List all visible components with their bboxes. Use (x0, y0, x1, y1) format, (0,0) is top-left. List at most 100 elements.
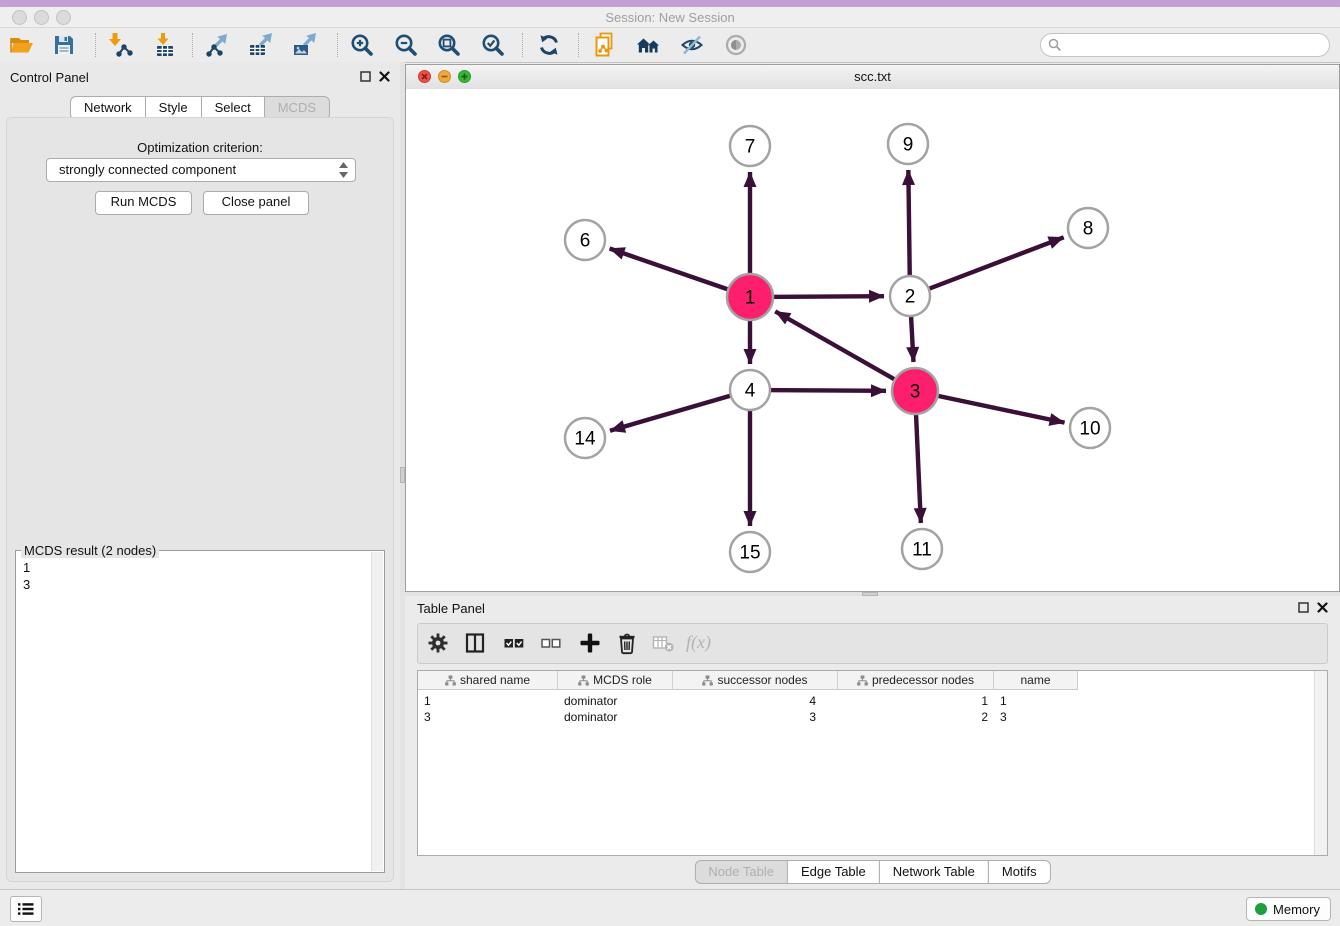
node-1[interactable]: 1 (727, 274, 773, 320)
import-network-icon[interactable] (107, 32, 133, 58)
network-graph[interactable]: 7 9 6 8 1 2 4 3 14 10 15 11 (406, 89, 1339, 592)
task-history-button[interactable] (10, 896, 42, 922)
svg-text:4: 4 (745, 381, 756, 402)
close-panel-button[interactable]: Close panel (203, 191, 309, 215)
cytoscape-app: Session: New Session (0, 0, 1340, 926)
tree-icon (702, 675, 713, 686)
zoom-out-icon[interactable] (393, 32, 419, 58)
zoom-in-icon[interactable] (349, 32, 375, 58)
column-header-predecessor-nodes[interactable]: predecessor nodes (838, 671, 994, 690)
node-9[interactable]: 9 (888, 124, 928, 164)
column-header-successor-nodes[interactable]: successor nodes (673, 671, 838, 690)
search-input[interactable] (1067, 35, 1321, 55)
export-network-icon[interactable] (205, 32, 231, 58)
node-4[interactable]: 4 (730, 370, 770, 410)
optimization-criterion-label: Optimization criterion: (7, 140, 393, 155)
network-window-titlebar[interactable]: scc.txt (406, 65, 1339, 90)
svg-text:9: 9 (903, 135, 914, 156)
node-14[interactable]: 14 (565, 418, 605, 458)
column-header-mcds-role[interactable]: MCDS role (558, 671, 673, 690)
search-icon (1048, 38, 1062, 52)
svg-text:2: 2 (905, 287, 916, 308)
cell-name: 3 (994, 709, 1078, 725)
export-image-icon[interactable] (292, 32, 318, 58)
app-titlebar: Session: New Session (0, 7, 1340, 28)
toolbar-separator (192, 33, 193, 57)
node-2[interactable]: 2 (890, 276, 930, 316)
node-3[interactable]: 3 (892, 368, 938, 414)
delete-table-disabled-icon (651, 631, 675, 655)
node-10[interactable]: 10 (1070, 408, 1110, 448)
save-session-icon[interactable] (51, 32, 77, 58)
tab-network-table[interactable]: Network Table (879, 860, 989, 884)
edge-4-14[interactable] (610, 390, 750, 431)
close-panel-icon[interactable] (379, 71, 390, 82)
tab-motifs[interactable]: Motifs (988, 860, 1051, 884)
table-panel: Table Panel (405, 596, 1340, 890)
show-all-icon[interactable] (723, 32, 749, 58)
column-header-shared-name[interactable]: shared name (418, 671, 558, 690)
new-network-file-icon[interactable] (592, 32, 618, 58)
deselect-all-icon[interactable] (539, 631, 563, 655)
control-panel-title: Control Panel (10, 70, 89, 85)
table-row[interactable]: 1 dominator 4 1 1 (418, 693, 1078, 709)
session-title: Session: New Session (0, 10, 1340, 25)
node-15[interactable]: 15 (730, 532, 770, 572)
zoom-fit-icon[interactable] (436, 32, 462, 58)
memory-label: Memory (1273, 902, 1320, 917)
column-header-name[interactable]: name (994, 671, 1078, 690)
close-panel-icon[interactable] (1317, 602, 1328, 613)
network-canvas[interactable]: 7 9 6 8 1 2 4 3 14 10 15 11 (406, 89, 1339, 591)
run-mcds-button[interactable]: Run MCDS (95, 191, 192, 215)
edge-2-8[interactable] (910, 237, 1064, 296)
zoom-selected-icon[interactable] (480, 32, 506, 58)
first-neighbors-icon[interactable] (636, 32, 662, 58)
add-column-icon[interactable] (578, 631, 602, 655)
node-11[interactable]: 11 (902, 529, 942, 569)
float-panel-icon[interactable] (360, 71, 371, 82)
search-box[interactable] (1040, 33, 1330, 57)
select-all-icon[interactable] (502, 631, 526, 655)
import-table-icon[interactable] (152, 32, 178, 58)
control-panel: Control Panel Network Style Select MCDS … (0, 62, 401, 890)
table-header: shared name MCDS role successor nodes pr… (418, 671, 1078, 690)
cell-mcds-role: dominator (558, 709, 673, 725)
cell-shared-name: 1 (418, 693, 558, 709)
toolbar-separator (578, 33, 579, 57)
export-table-icon[interactable] (248, 32, 274, 58)
node-6[interactable]: 6 (565, 220, 605, 260)
optimization-criterion-value: strongly connected component (59, 162, 236, 177)
tab-node-table[interactable]: Node Table (694, 860, 788, 884)
svg-text:3: 3 (910, 382, 921, 403)
cell-mcds-role: dominator (558, 693, 673, 709)
cell-predecessor-nodes: 2 (838, 709, 994, 725)
node-8[interactable]: 8 (1068, 208, 1108, 248)
svg-text:15: 15 (739, 543, 760, 564)
node-7[interactable]: 7 (730, 126, 770, 166)
mcds-result-lines: 1 3 (23, 559, 30, 593)
optimization-criterion-select[interactable]: strongly connected component (46, 158, 356, 182)
open-file-icon[interactable] (9, 32, 35, 58)
column-selector-icon[interactable] (463, 631, 487, 655)
svg-text:8: 8 (1083, 219, 1094, 240)
gear-icon[interactable] (426, 631, 450, 655)
svg-text:1: 1 (745, 288, 756, 309)
mcds-result-box: MCDS result (2 nodes) 1 3 (15, 550, 385, 873)
memory-button[interactable]: Memory (1246, 897, 1331, 921)
result-scrollbar[interactable] (371, 552, 383, 871)
mcds-result-line: 1 (23, 559, 30, 576)
cell-shared-name: 3 (418, 709, 558, 725)
table-scrollbar[interactable] (1314, 671, 1327, 855)
mcds-result-line: 3 (23, 576, 30, 593)
delete-column-icon[interactable] (615, 631, 639, 655)
table-row[interactable]: 3 dominator 3 2 3 (418, 709, 1078, 725)
float-panel-icon[interactable] (1298, 602, 1309, 613)
table-panel-title: Table Panel (417, 601, 485, 616)
tab-edge-table[interactable]: Edge Table (787, 860, 880, 884)
svg-text:14: 14 (574, 429, 596, 450)
hide-selected-icon[interactable] (679, 32, 705, 58)
svg-text:11: 11 (912, 540, 932, 561)
refresh-layout-icon[interactable] (536, 32, 562, 58)
status-bar: Memory (0, 889, 1340, 926)
main-toolbar (0, 28, 1340, 63)
